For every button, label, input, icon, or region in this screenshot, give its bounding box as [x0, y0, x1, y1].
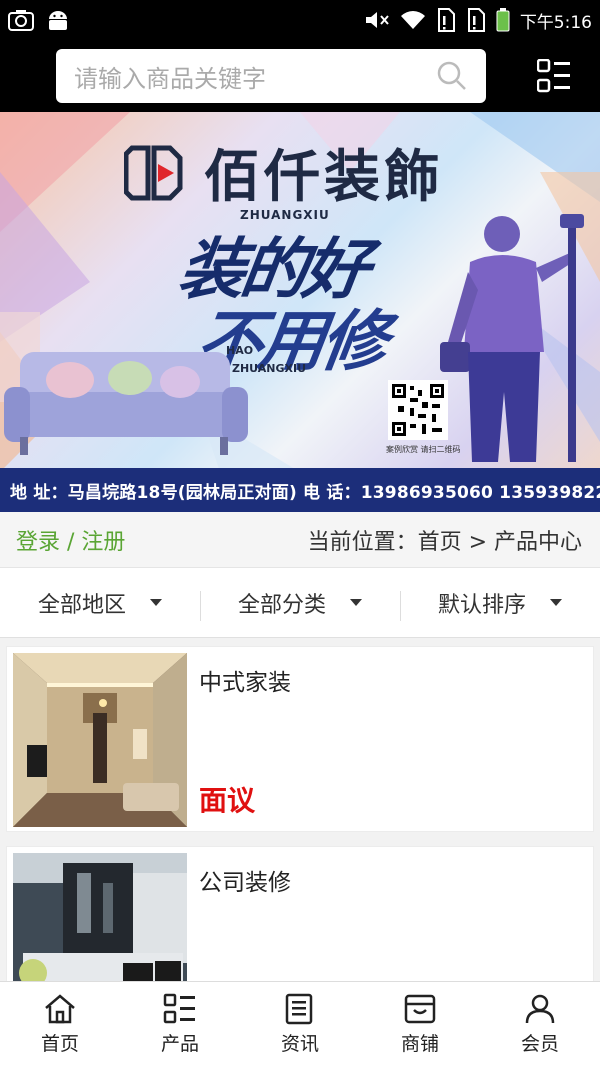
- android-icon: [46, 9, 70, 31]
- search-placeholder: 请输入商品关键字: [74, 64, 266, 93]
- filter-sort-dropdown[interactable]: 默认排序: [400, 587, 600, 621]
- brand-name: 佰仟装飾: [204, 144, 444, 210]
- nav-news[interactable]: 资讯: [240, 982, 360, 1067]
- nav-home[interactable]: 首页: [0, 982, 120, 1067]
- nav-news-label: 资讯: [280, 1033, 319, 1055]
- nav-products-label: 产品: [160, 1033, 199, 1055]
- grid-list-icon[interactable]: [534, 56, 574, 96]
- breadcrumb: 当前位置：首页 > 产品中心: [307, 529, 582, 555]
- app-page: 下午5:16 请输入商品关键字 佰仟装飾 ZHUANGXIU 装的好 不用修 H…: [0, 0, 600, 1067]
- nav-shop-label: 商铺: [400, 1033, 439, 1055]
- qr-code-icon[interactable]: [388, 380, 448, 440]
- caret-down-icon: [350, 599, 362, 606]
- bottom-nav: 首页 产品 资讯 商铺 会员: [0, 981, 600, 1067]
- news-icon: [283, 993, 317, 1025]
- sim1-icon: [436, 8, 456, 32]
- nav-home-label: 首页: [40, 1033, 79, 1055]
- promo-banner[interactable]: 佰仟装飾 ZHUANGXIU 装的好 不用修 HAO ZHUANGXIU 案例欣…: [0, 112, 600, 512]
- mute-icon: [364, 9, 390, 31]
- search-input[interactable]: 请输入商品关键字: [56, 49, 486, 103]
- filter-sort-label: 默认排序: [437, 592, 526, 618]
- caret-down-icon: [550, 599, 562, 606]
- home-icon: [43, 993, 77, 1025]
- nav-member[interactable]: 会员: [480, 982, 600, 1067]
- filter-bar: 全部地区 全部分类 默认排序: [0, 568, 600, 638]
- product-price: 面议: [199, 784, 256, 817]
- qr-caption: 案例欣赏 请扫二维码: [386, 445, 461, 454]
- sim2-icon: [466, 8, 486, 32]
- product-card[interactable]: 中式家装 面议: [6, 646, 594, 832]
- filter-region-dropdown[interactable]: 全部地区: [0, 587, 200, 619]
- painter-illustration: [440, 214, 584, 462]
- nav-products[interactable]: 产品: [120, 982, 240, 1067]
- product-info: 中式家装 面议: [187, 653, 587, 825]
- brand-logo-icon: [124, 144, 184, 202]
- status-time: 下午5:16: [519, 12, 592, 33]
- search-icon[interactable]: [436, 60, 468, 92]
- shop-icon: [403, 993, 437, 1025]
- wifi-icon: [400, 9, 426, 31]
- banner-contact-info: 地 址：马昌垸路18号(园林局正对面) 电 话：13986935060 1359…: [0, 468, 600, 512]
- top-header: 请输入商品关键字: [0, 40, 600, 112]
- sofa-illustration: [0, 312, 248, 455]
- product-grid-icon: [163, 993, 197, 1025]
- product-title[interactable]: 中式家装: [199, 663, 587, 697]
- product-list: 中式家装 面议 公司装修: [0, 638, 600, 1032]
- login-register-link[interactable]: 登录 / 注册: [16, 524, 125, 556]
- product-title[interactable]: 公司装修: [199, 863, 587, 897]
- brand-row: 佰仟装飾: [124, 132, 444, 213]
- battery-icon: [496, 8, 510, 32]
- breadcrumb-row: 登录 / 注册 当前位置：首页 > 产品中心: [0, 512, 600, 568]
- screenshot-icon: [8, 9, 34, 31]
- filter-category-label: 全部分类: [237, 592, 326, 618]
- status-bar: 下午5:16: [0, 0, 600, 40]
- nav-member-label: 会员: [520, 1033, 559, 1055]
- caret-down-icon: [150, 599, 162, 606]
- user-icon: [523, 993, 557, 1025]
- filter-category-dropdown[interactable]: 全部分类: [200, 587, 400, 621]
- product-thumbnail[interactable]: [13, 653, 187, 827]
- filter-region-label: 全部地区: [37, 592, 126, 618]
- nav-shop[interactable]: 商铺: [360, 982, 480, 1067]
